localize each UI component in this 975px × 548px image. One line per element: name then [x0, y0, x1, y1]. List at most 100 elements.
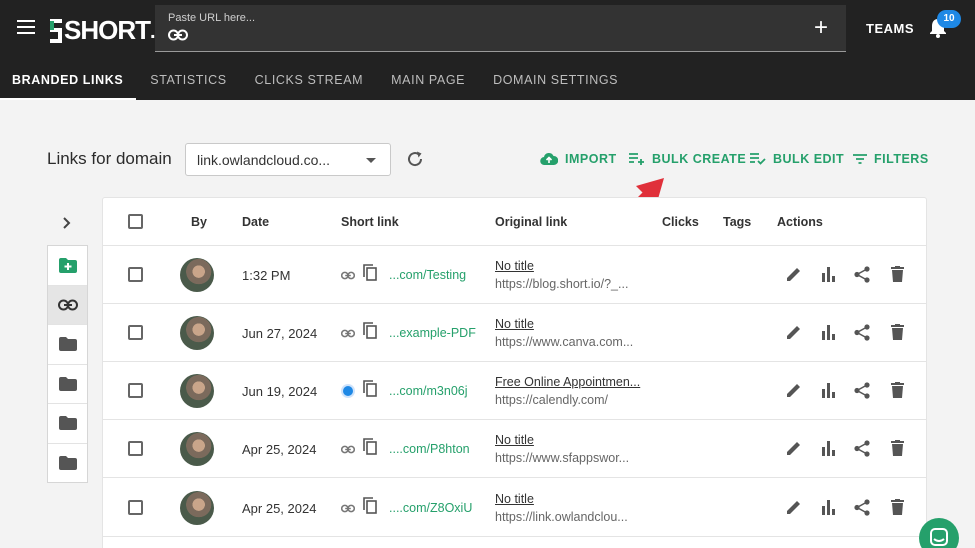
- tab-clicks-stream[interactable]: CLICKS STREAM: [241, 62, 378, 100]
- original-link-title[interactable]: Free Online Appointmen...: [495, 375, 640, 389]
- add-link-button[interactable]: +: [814, 16, 828, 40]
- tab-branded-links[interactable]: BRANDED LINKS: [0, 62, 137, 100]
- copy-icon[interactable]: [363, 264, 377, 281]
- short-link[interactable]: ...example-PDF: [389, 326, 476, 340]
- folder-add-icon: [58, 257, 77, 273]
- folder-item[interactable]: [48, 444, 87, 484]
- menu-icon[interactable]: [17, 20, 35, 36]
- short-link[interactable]: ...com/Testing: [389, 268, 466, 282]
- link-icon: [340, 500, 356, 518]
- tab-domain-settings[interactable]: DOMAIN SETTINGS: [479, 62, 632, 100]
- teams-button[interactable]: TEAMS: [866, 21, 914, 36]
- chat-button[interactable]: [919, 518, 959, 548]
- folder-item[interactable]: [48, 365, 87, 404]
- link-date: Jun 19, 2024: [242, 384, 318, 399]
- table-row[interactable]: Jun 27, 2024 ...example-PDF No title https:…: [103, 304, 926, 362]
- delete-icon[interactable]: [891, 499, 904, 515]
- share-icon[interactable]: [854, 382, 870, 399]
- logo-mark-icon: [50, 19, 62, 43]
- edit-icon[interactable]: [786, 324, 802, 340]
- logo-text: SHORT: [64, 15, 151, 45]
- copy-icon[interactable]: [363, 497, 377, 514]
- chevron-down-icon: [366, 158, 376, 163]
- delete-icon[interactable]: [891, 324, 904, 340]
- avatar: [180, 316, 214, 350]
- bar-chart-icon[interactable]: [822, 499, 836, 515]
- delete-icon[interactable]: [891, 440, 904, 456]
- bulk-edit-button[interactable]: BULK EDIT: [750, 152, 844, 166]
- select-all-checkbox[interactable]: [128, 214, 143, 229]
- url-input[interactable]: Paste URL here... +: [155, 5, 846, 52]
- notification-badge: 10: [937, 10, 961, 28]
- chevron-right-icon[interactable]: [60, 214, 74, 232]
- tab-bar: BRANDED LINKS STATISTICS CLICKS STREAM M…: [0, 62, 632, 100]
- page-title: Links for domain: [47, 149, 172, 168]
- bar-chart-icon[interactable]: [822, 440, 836, 456]
- row-checkbox[interactable]: [128, 325, 143, 340]
- avatar: [180, 374, 214, 408]
- bulk-create-button[interactable]: BULK CREATE: [629, 152, 746, 166]
- domain-select[interactable]: link.owlandcloud.co...: [185, 143, 391, 176]
- table-row[interactable]: Jun 19, 2024 ...com/m3n06j Free Online App…: [103, 362, 926, 420]
- original-link-title[interactable]: No title: [495, 317, 534, 331]
- link-icon: [168, 29, 188, 41]
- copy-icon[interactable]: [363, 322, 377, 339]
- column-header-by: By: [191, 215, 207, 229]
- bar-chart-icon[interactable]: [822, 382, 836, 398]
- share-icon[interactable]: [854, 324, 870, 341]
- table-row[interactable]: 1:32 PM ...com/Testing No title https://blo…: [103, 246, 926, 304]
- row-checkbox[interactable]: [128, 383, 143, 398]
- tab-statistics[interactable]: STATISTICS: [136, 62, 240, 100]
- edit-icon[interactable]: [786, 499, 802, 515]
- bar-chart-icon[interactable]: [822, 266, 836, 282]
- column-header-date: Date: [242, 215, 270, 229]
- refresh-icon[interactable]: [406, 150, 424, 168]
- avatar: [180, 491, 214, 525]
- delete-icon[interactable]: [891, 266, 904, 282]
- copy-icon[interactable]: [363, 380, 377, 397]
- row-checkbox[interactable]: [128, 500, 143, 515]
- all-links-folder[interactable]: [48, 285, 87, 325]
- original-link-url: https://www.sfappswor...: [495, 451, 630, 465]
- original-link-title[interactable]: No title: [495, 492, 534, 506]
- table-row[interactable]: Apr 25, 2024 ....com/Z8OxiU No title https:…: [103, 479, 926, 537]
- playlist-add-icon: [629, 153, 644, 165]
- table-row[interactable]: Apr 25, 2024 ....com/P8hton No title https:…: [103, 420, 926, 478]
- folder-icon: [58, 376, 77, 391]
- delete-icon[interactable]: [891, 382, 904, 398]
- original-link-url: https://blog.short.io/?_...: [495, 277, 629, 291]
- row-checkbox[interactable]: [128, 441, 143, 456]
- folder-item[interactable]: [48, 404, 87, 444]
- short-link[interactable]: ...com/m3n06j: [389, 384, 468, 398]
- column-header-clicks: Clicks: [662, 215, 699, 229]
- import-button[interactable]: IMPORT: [540, 152, 617, 166]
- column-header-tags: Tags: [723, 215, 752, 229]
- share-icon[interactable]: [854, 266, 870, 283]
- column-header-original-link: Original link: [495, 215, 568, 229]
- avatar: [180, 432, 214, 466]
- edit-icon[interactable]: [786, 266, 802, 282]
- short-link[interactable]: ....com/Z8OxiU: [389, 501, 472, 515]
- bar-chart-icon[interactable]: [822, 324, 836, 340]
- link-date: Apr 25, 2024: [242, 501, 317, 516]
- new-folder-button[interactable]: [48, 246, 87, 286]
- folder-sidebar: [47, 245, 88, 483]
- share-icon[interactable]: [854, 440, 870, 457]
- row-checkbox[interactable]: [128, 267, 143, 282]
- edit-icon[interactable]: [786, 440, 802, 456]
- bulk-create-label: BULK CREATE: [652, 152, 747, 166]
- edit-icon[interactable]: [786, 382, 802, 398]
- copy-icon[interactable]: [363, 438, 377, 455]
- original-link-title[interactable]: No title: [495, 433, 534, 447]
- tab-main-page[interactable]: MAIN PAGE: [377, 62, 479, 100]
- original-link-title[interactable]: No title: [495, 259, 534, 273]
- filters-button[interactable]: FILTERS: [853, 152, 929, 166]
- share-icon[interactable]: [854, 499, 870, 516]
- short-link[interactable]: ....com/P8hton: [389, 442, 470, 456]
- cloud-upload-icon: [540, 152, 558, 166]
- link-date: Jun 27, 2024: [242, 326, 318, 341]
- filters-label: FILTERS: [874, 152, 929, 166]
- folder-icon: [58, 416, 77, 431]
- folder-item[interactable]: [48, 325, 87, 365]
- original-link-url: https://calendly.com/: [495, 393, 609, 407]
